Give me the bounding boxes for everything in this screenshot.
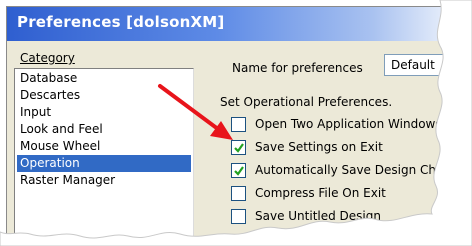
red-arrow-icon [158,84,233,140]
screenshot-stage: Preferences [dolsonXM] Category Database… [0,0,472,246]
